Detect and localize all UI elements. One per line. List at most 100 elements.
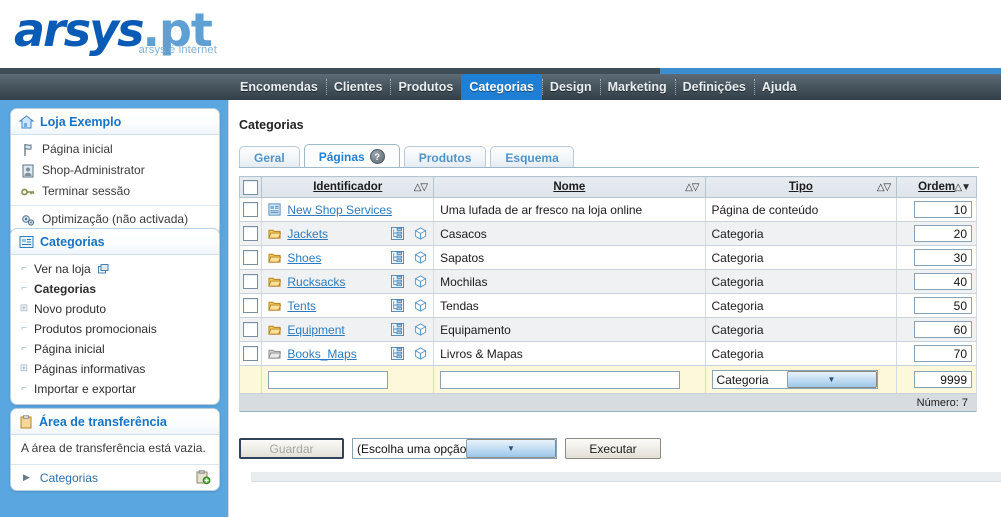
product-box-icon[interactable] xyxy=(414,227,427,240)
row-tipo-cell: Categoria xyxy=(704,221,898,246)
house-icon xyxy=(18,114,35,129)
row-identificador-link[interactable]: Books_Maps xyxy=(287,347,356,361)
tab-paginas[interactable]: Páginas ? xyxy=(303,144,400,168)
tab-produtos[interactable]: Produtos xyxy=(403,146,487,168)
row-checkbox[interactable] xyxy=(243,226,259,242)
category-icon xyxy=(19,235,34,249)
sidebar-item-categorias[interactable]: ⌐ Categorias xyxy=(11,279,219,299)
new-row-tipo-cell: Categoria ▼ xyxy=(704,365,898,394)
sidebar-item-novo-produto[interactable]: ⊞ Novo produto xyxy=(11,299,219,319)
main-nav: Encomendas Clientes Produtos Categorias … xyxy=(232,74,805,100)
order-input[interactable]: 70 xyxy=(914,345,972,362)
nav-item-produtos[interactable]: Produtos xyxy=(390,74,461,100)
row-identificador-link[interactable]: Rucksacks xyxy=(287,275,345,289)
clipboard-add-icon[interactable] xyxy=(195,470,211,485)
row-identificador-link[interactable]: New Shop Services xyxy=(287,203,392,217)
tree-expand-icon[interactable]: ⊞ xyxy=(17,360,31,378)
nav-item-design[interactable]: Design xyxy=(541,74,600,100)
tab-label: Páginas xyxy=(318,149,365,164)
column-header-tipo: Tipo △▽ xyxy=(704,176,898,198)
tab-esquema[interactable]: Esquema xyxy=(490,146,574,168)
save-button[interactable]: Guardar xyxy=(239,438,344,459)
nav-item-marketing[interactable]: Marketing xyxy=(599,74,675,100)
sidebar-item-paginas-informativas[interactable]: ⊞ Páginas informativas xyxy=(11,359,219,379)
order-input[interactable]: 30 xyxy=(914,249,972,266)
column-label[interactable]: Tipo xyxy=(789,181,813,193)
product-box-icon[interactable] xyxy=(414,299,427,312)
order-input[interactable]: 60 xyxy=(914,321,972,338)
nav-item-clientes[interactable]: Clientes xyxy=(325,74,391,100)
new-nome-input[interactable] xyxy=(440,370,681,389)
product-box-icon[interactable] xyxy=(414,275,427,288)
tree-expand-icon[interactable]: ⊞ xyxy=(17,300,31,318)
table-row: Rucksacks Mochilas Categoria 40 xyxy=(238,269,977,294)
order-input[interactable]: 20 xyxy=(914,225,972,242)
order-input[interactable]: 40 xyxy=(914,273,972,290)
row-tipo-cell: Categoria xyxy=(704,269,898,294)
row-checkbox[interactable] xyxy=(243,202,259,218)
tree-view-icon[interactable] xyxy=(391,275,405,288)
new-order-input[interactable]: 9999 xyxy=(914,371,972,388)
sidebar-item-importar-e-exportar[interactable]: ⌐ Importar e exportar xyxy=(11,379,219,399)
row-identificador-link[interactable]: Equipment xyxy=(287,323,344,337)
sidebar-item-pagina-inicial[interactable]: ⌐ Página inicial xyxy=(11,339,219,359)
row-identificador-link[interactable]: Tents xyxy=(287,299,316,313)
column-label[interactable]: Identificador xyxy=(313,181,382,193)
new-row-select-cell xyxy=(238,365,263,394)
sort-toggle-tipo[interactable]: △▽ xyxy=(877,182,891,193)
nav-item-definicoes[interactable]: Definições xyxy=(674,74,754,100)
sort-toggle-identificador[interactable]: △▽ xyxy=(414,182,428,193)
row-checkbox[interactable] xyxy=(243,250,259,266)
execute-button[interactable]: Executar xyxy=(565,438,661,459)
row-checkbox[interactable] xyxy=(243,322,259,338)
sidebar-link-shop-administrator[interactable]: Shop-Administrator xyxy=(11,160,219,181)
help-icon[interactable]: ? xyxy=(369,149,385,164)
tab-label: Esquema xyxy=(505,150,559,165)
new-tipo-select[interactable]: Categoria ▼ xyxy=(711,370,878,389)
sidebar-item-label: Página inicial xyxy=(34,342,105,356)
order-input[interactable]: 50 xyxy=(914,297,972,314)
order-input[interactable]: 10 xyxy=(914,201,972,218)
arsys-logo[interactable]: arsys.pt arsys é internet xyxy=(14,3,219,62)
sidebar-item-ver-na-loja[interactable]: ⌐ Ver na loja xyxy=(11,259,219,279)
page-body: Loja Exemplo Página inicial Shop-Adminis… xyxy=(0,100,1001,517)
tree-view-icon[interactable] xyxy=(391,323,405,336)
nav-item-ajuda[interactable]: Ajuda xyxy=(753,74,805,100)
tree-view-icon[interactable] xyxy=(391,347,405,360)
column-label[interactable]: Nome xyxy=(553,181,585,193)
sidebar-link-terminar-sessao[interactable]: Terminar sessão xyxy=(11,181,219,202)
row-checkbox[interactable] xyxy=(243,346,259,362)
tree-stub-icon: ⌐ xyxy=(21,383,27,394)
clipboard-row-categorias[interactable]: ▶ Categorias xyxy=(11,464,219,490)
nav-item-encomendas[interactable]: Encomendas xyxy=(232,74,326,100)
tree-view-icon[interactable] xyxy=(391,299,405,312)
product-box-icon[interactable] xyxy=(414,251,427,264)
row-identificador-link[interactable]: Shoes xyxy=(287,251,321,265)
tree-view-icon[interactable] xyxy=(391,251,405,264)
sort-toggle-ordem[interactable]: △▼ xyxy=(954,182,971,193)
sidebar-item-produtos-promocionais[interactable]: ⌐ Produtos promocionais xyxy=(11,319,219,339)
sort-toggle-nome[interactable]: △▽ xyxy=(685,182,699,193)
row-checkbox[interactable] xyxy=(243,274,259,290)
new-identificador-input[interactable] xyxy=(268,370,389,389)
table-footer-row: Número: 7 xyxy=(239,393,977,412)
table-row: Books_Maps Livros & Mapas Categoria 70 xyxy=(238,341,977,366)
table-row: New Shop Services Uma lufada de ar fresc… xyxy=(238,197,977,222)
row-ordem-cell: 50 xyxy=(896,293,977,318)
row-identificador-link[interactable]: Jackets xyxy=(287,227,328,241)
sidebar-link-optimizacao[interactable]: Optimização (não activada) xyxy=(11,209,219,230)
column-header-ordem: Ordem △▼ xyxy=(896,176,977,198)
nav-item-categorias[interactable]: Categorias xyxy=(461,74,542,100)
table-header-row: Identificador △▽ Nome △▽ Tipo △▽ Ordem △… xyxy=(238,176,977,198)
tab-geral[interactable]: Geral xyxy=(239,146,300,168)
sidebar-link-pagina-inicial[interactable]: Página inicial xyxy=(11,139,219,160)
product-box-icon[interactable] xyxy=(414,347,427,360)
app-window: arsys.pt arsys é internet Encomendas Cli… xyxy=(0,0,1001,517)
bulk-action-select[interactable]: (Escolha uma opção) ▼ xyxy=(352,438,557,459)
select-all-checkbox[interactable] xyxy=(243,179,259,195)
tree-view-icon[interactable] xyxy=(391,227,405,240)
product-box-icon[interactable] xyxy=(414,323,427,336)
column-label[interactable]: Ordem xyxy=(918,181,955,193)
row-checkbox[interactable] xyxy=(243,298,259,314)
shop-panel-title: Loja Exemplo xyxy=(40,114,122,129)
